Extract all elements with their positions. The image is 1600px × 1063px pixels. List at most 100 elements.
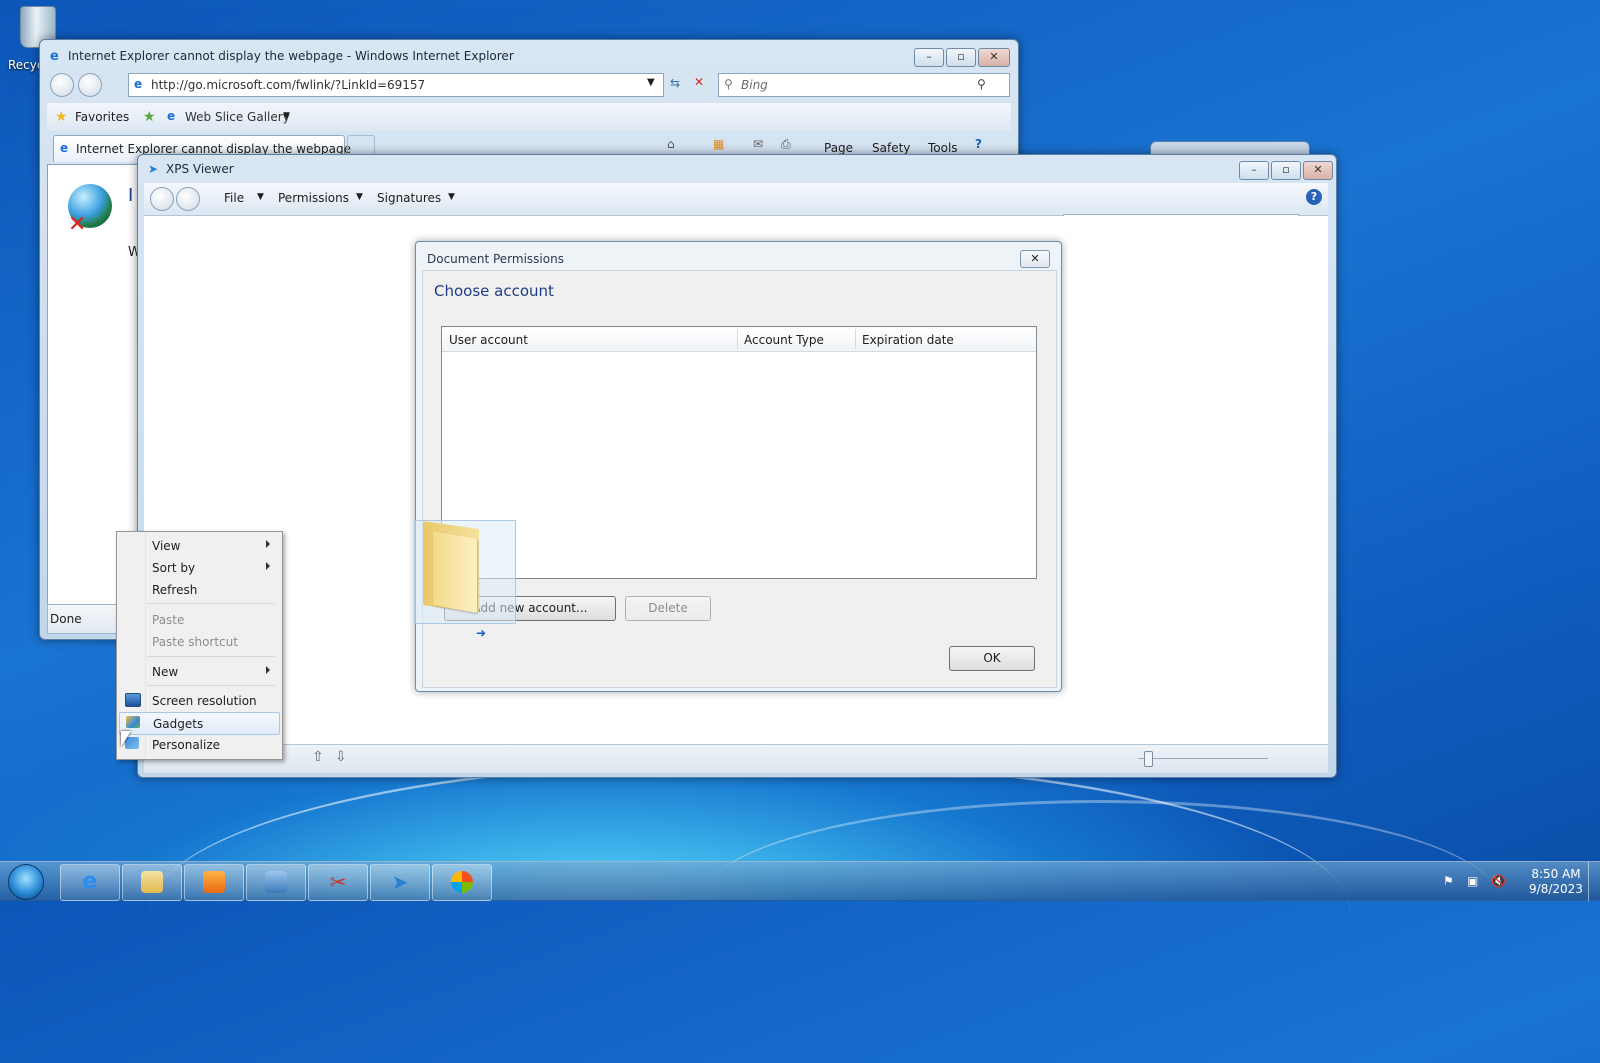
volume-muted-icon[interactable]: 🔇 [1491, 874, 1506, 888]
taskbar-windows-app[interactable] [432, 864, 492, 901]
feeds-icon[interactable]: ▦ [713, 137, 724, 151]
ie-forward-button[interactable] [78, 73, 102, 97]
ie-status-text: Done [50, 612, 82, 626]
ie-search-box[interactable]: ⚲ Bing ⚲ [718, 73, 1010, 97]
show-desktop-button[interactable] [1588, 862, 1600, 901]
xps-close-button[interactable]: ✕ [1303, 161, 1333, 180]
network-icon[interactable]: ▣ [1467, 874, 1481, 888]
signatures-menu[interactable]: Signatures [377, 191, 441, 205]
taskbar-control-panel[interactable] [246, 864, 306, 901]
xps-window-title: XPS Viewer [166, 162, 234, 176]
column-account-type[interactable]: Account Type [744, 333, 824, 347]
context-item-paste: Paste [119, 609, 278, 630]
taskbar-internet-explorer[interactable]: e [60, 864, 120, 901]
ok-button[interactable]: OK [949, 646, 1035, 671]
column-separator[interactable] [855, 329, 856, 349]
safety-menu[interactable]: Safety [872, 141, 910, 155]
context-item-paste-shortcut: Paste shortcut [119, 631, 278, 652]
clock-date: 9/8/2023 [1529, 882, 1583, 896]
arrow-up-icon[interactable]: ⇧ [312, 749, 324, 765]
column-expiration-date[interactable]: Expiration date [862, 333, 954, 347]
context-separator [147, 603, 275, 604]
account-list-header: User account Account Type Expiration dat… [442, 327, 1036, 352]
xps-maximize-button[interactable]: ▫ [1271, 161, 1301, 180]
file-menu[interactable]: File [224, 191, 244, 205]
context-item-label: Sort by [152, 561, 196, 575]
clock[interactable]: 8:50 AM 9/8/2023 [1524, 867, 1588, 897]
dialog-heading: Choose account [434, 282, 554, 300]
context-item-refresh[interactable]: Refresh [119, 579, 278, 600]
gadgets-icon [126, 716, 140, 728]
ie-back-button[interactable] [50, 73, 74, 97]
context-item-label: New [152, 665, 179, 679]
ie-search-placeholder: Bing [741, 78, 768, 92]
help-icon[interactable]: ? [1306, 189, 1322, 205]
web-slice-icon: e [167, 109, 176, 123]
arrow-down-icon[interactable]: ⇩ [335, 749, 347, 765]
context-item-view[interactable]: View [119, 535, 278, 556]
page-icon: e [60, 141, 69, 155]
ie-minimize-button[interactable]: – [914, 48, 944, 67]
column-separator[interactable] [737, 329, 738, 349]
tools-menu[interactable]: Tools [928, 141, 958, 155]
context-item-screen-resolution[interactable]: Screen resolution [119, 690, 278, 711]
context-item-label: Personalize [152, 738, 221, 752]
context-item-label: View [152, 539, 181, 553]
column-user-account[interactable]: User account [449, 333, 528, 347]
print-icon[interactable]: ⎙ [781, 137, 791, 152]
xps-minimize-button[interactable]: – [1239, 161, 1269, 180]
submenu-arrow-icon [266, 540, 270, 548]
permissions-menu[interactable]: Permissions [278, 191, 349, 205]
taskbar-windows-explorer[interactable] [122, 864, 182, 901]
search-go-icon[interactable]: ⚲ [977, 77, 986, 91]
stop-icon[interactable]: ✕ [694, 75, 704, 89]
context-item-new[interactable]: New [119, 661, 278, 682]
flag-icon[interactable]: ⚑ [1443, 874, 1457, 888]
context-item-label: Paste shortcut [152, 635, 238, 649]
search-icon: ⚲ [724, 77, 733, 91]
context-item-gadgets[interactable]: Gadgets [119, 712, 280, 735]
context-item-sort-by[interactable]: Sort by [119, 557, 278, 578]
chevron-down-icon[interactable]: ▼ [647, 77, 655, 88]
taskbar-snipping-tool[interactable]: ✂ [308, 864, 368, 901]
folder-icon [141, 871, 163, 893]
home-icon[interactable]: ⌂ [667, 137, 675, 151]
ie-close-button[interactable]: ✕ [978, 48, 1010, 67]
monitor-icon [125, 693, 141, 707]
chevron-down-icon[interactable]: ▼ [356, 192, 363, 202]
mail-icon[interactable]: ✉ [753, 137, 763, 151]
dragged-folder[interactable] [414, 520, 516, 624]
xps-back-button[interactable] [150, 187, 174, 211]
chevron-down-icon[interactable]: ▼ [448, 192, 455, 202]
desktop-context-menu[interactable]: View Sort by Refresh Paste Paste shortcu… [116, 531, 283, 760]
context-item-label: Gadgets [153, 717, 204, 731]
wallpaper-swoosh [700, 800, 1500, 1003]
error-x-icon: ✕ [68, 212, 87, 237]
xps-icon: ➤ [391, 870, 409, 894]
context-item-personalize[interactable]: Personalize [119, 734, 278, 755]
chevron-down-icon[interactable]: ▼ [283, 111, 290, 121]
ie-maximize-button[interactable]: ▫ [946, 48, 976, 67]
taskbar-media-player[interactable] [184, 864, 244, 901]
account-list[interactable]: User account Account Type Expiration dat… [441, 326, 1037, 579]
ie-address-bar[interactable]: e http://go.microsoft.com/fwlink/?LinkId… [128, 73, 664, 97]
help-icon[interactable]: ? [975, 137, 982, 151]
taskbar-xps-viewer[interactable]: ➤ [370, 864, 430, 901]
add-favorite-icon[interactable]: ★ [143, 109, 156, 125]
start-button[interactable] [8, 864, 44, 900]
chevron-down-icon[interactable]: ▼ [257, 192, 264, 202]
web-slice-gallery-link[interactable]: Web Slice Gallery [185, 110, 290, 124]
page-menu[interactable]: Page [824, 141, 853, 155]
delete-button[interactable]: Delete [625, 596, 711, 621]
zoom-slider-thumb[interactable] [1144, 751, 1153, 767]
internet-explorer-icon: e [82, 869, 98, 894]
folder-front-icon [433, 531, 477, 613]
xps-forward-button[interactable] [176, 187, 200, 211]
dialog-close-button[interactable]: ✕ [1020, 250, 1050, 268]
page-icon: e [134, 77, 143, 91]
favorites-button[interactable]: Favorites [75, 110, 129, 124]
ie-partial-heading: I [128, 185, 134, 206]
refresh-icon[interactable]: ⇆ [670, 76, 680, 90]
taskbar: e ✂ ➤ ⚑ ▣ 🔇 8:50 AM 9/8/2023 [0, 861, 1600, 901]
zoom-slider-track[interactable] [1138, 758, 1268, 759]
